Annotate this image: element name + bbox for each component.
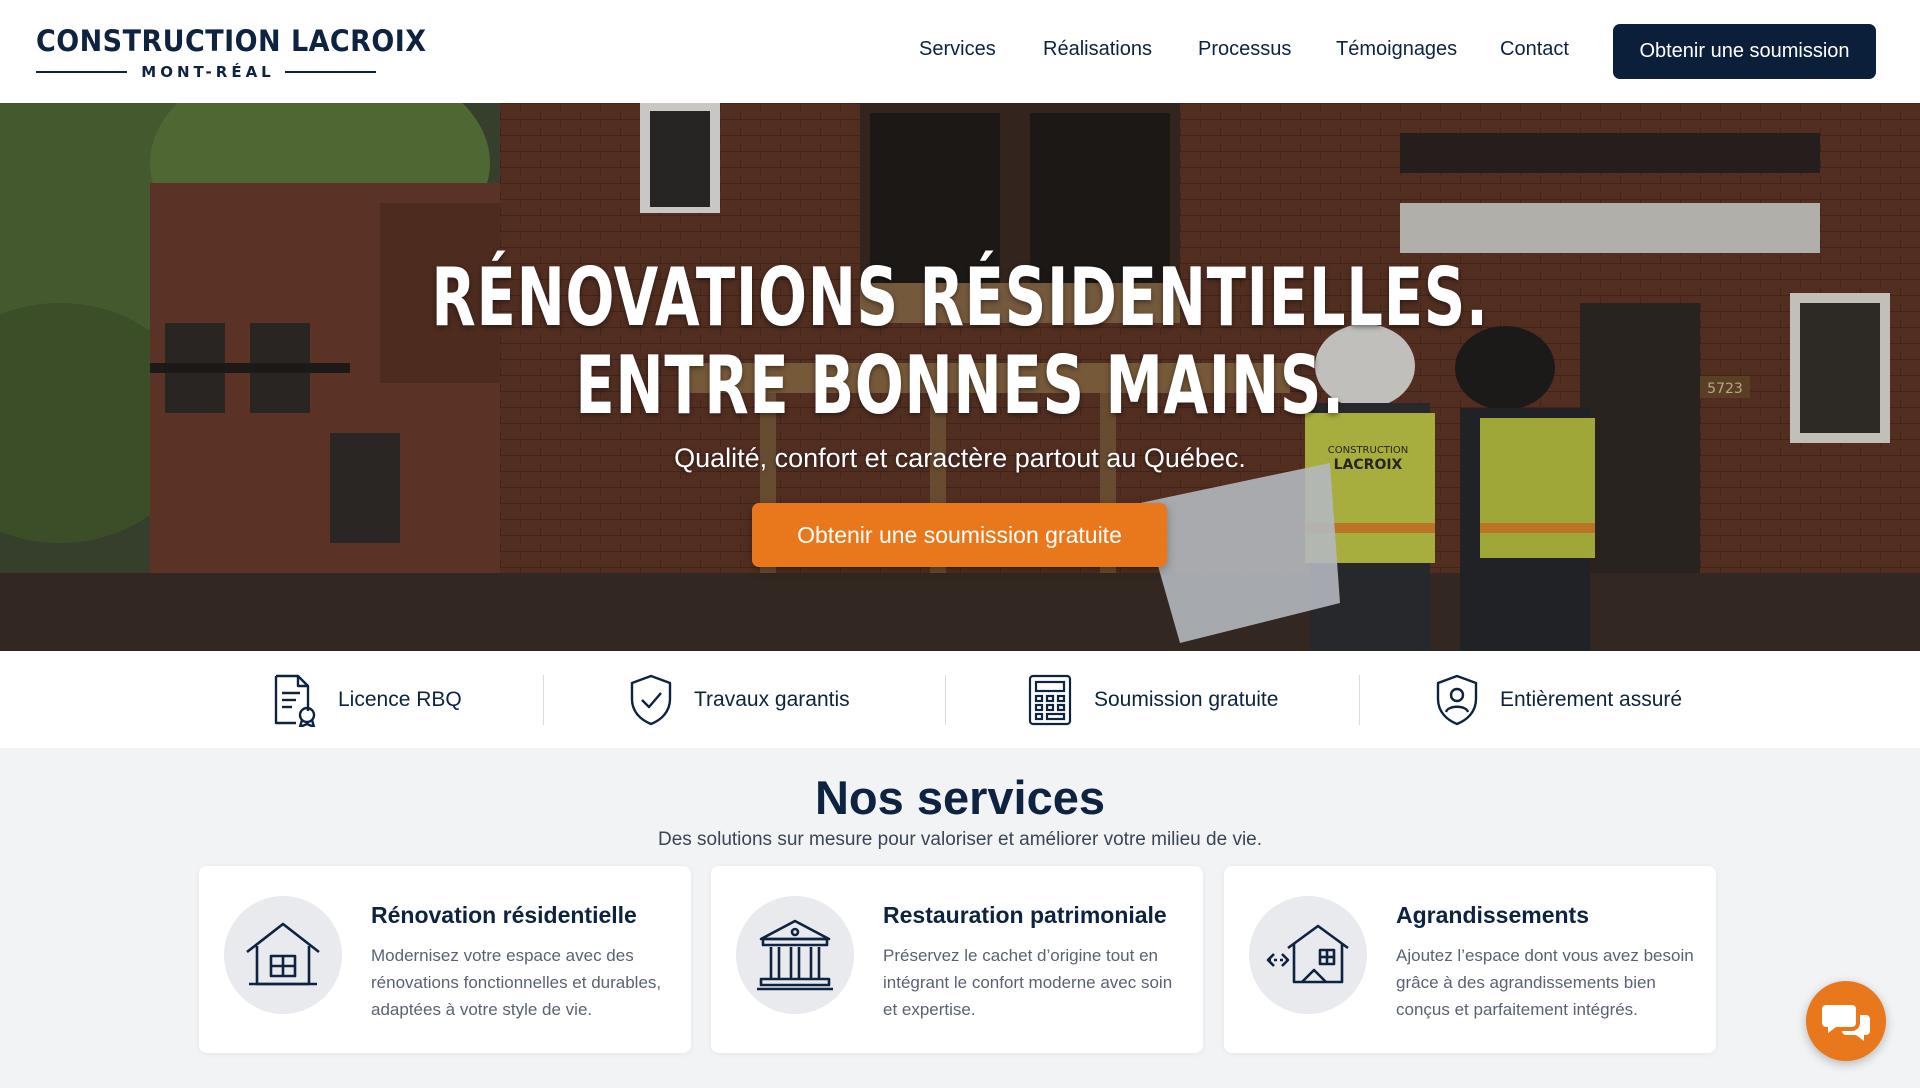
services-title: Nos services (814, 771, 1106, 824)
services-subtitle: Des solutions sur mesure pour valoriser … (657, 829, 1263, 850)
service-icon-circle (224, 896, 342, 1014)
service-icon-circle (1249, 896, 1367, 1014)
hero-subtitle: Qualité, confort et caractère partout au… (674, 443, 1246, 473)
chat-button[interactable] (1806, 981, 1886, 1061)
brand-subtitle-row: MONT-RÉAL (36, 63, 377, 81)
shield-person-icon (1436, 674, 1478, 726)
service-title: Rénovation résidentielle (371, 902, 637, 928)
logo-rule-left (36, 71, 128, 73)
hero-section: CONSTRUCTION LACROIX 5723 RÉNOVATIONS RÉ… (0, 103, 1920, 651)
hero-title-line-2: ENTRE BONNES MAINS. (575, 339, 1345, 432)
chat-bubbles-icon (1822, 1005, 1870, 1041)
trust-label-assure: Entièrement assuré (1500, 688, 1683, 711)
trust-item-garantie: Travaux garantis (626, 673, 850, 727)
service-card-restauration[interactable]: Restauration patrimoniale Préservez le c… (711, 866, 1203, 1053)
trust-label-soumission: Soumission gratuite (1094, 688, 1279, 711)
brand-subtitle: MONT-RÉAL (141, 63, 275, 81)
trust-label-garantie: Travaux garantis (694, 688, 850, 711)
brand-logo[interactable]: CONSTRUCTION LACROIX MONT-RÉAL (36, 24, 427, 81)
trust-label-rbq: Licence RBQ (338, 688, 462, 711)
service-description: Modernisez votre espace avec des rénovat… (371, 946, 662, 1019)
brand-name: CONSTRUCTION LACROIX (36, 24, 427, 58)
hero-quote-button[interactable]: Obtenir une soumission gratuite (752, 503, 1167, 567)
house-extension-icon (1266, 924, 1349, 984)
nav-link-services[interactable]: Services (919, 38, 996, 61)
certificate-icon (274, 674, 316, 727)
hero-title-line-1: RÉNOVATIONS RÉSIDENTIELLES. (431, 251, 1489, 344)
service-icon-circle (736, 896, 854, 1014)
nav-link-temoignages[interactable]: Témoignages (1336, 38, 1457, 61)
site-header: CONSTRUCTION LACROIX MONT-RÉAL Services … (0, 0, 1920, 103)
shield-check-icon (630, 674, 672, 726)
trust-item-soumission: Soumission gratuite (1026, 673, 1278, 727)
trust-divider (1359, 675, 1360, 725)
service-card-renovation[interactable]: Rénovation résidentielle Modernisez votr… (199, 866, 691, 1053)
service-description: Ajoutez l’espace dont vous avez besoin g… (1396, 946, 1694, 1019)
service-title: Agrandissements (1396, 902, 1590, 928)
trust-item-assure: Entièrement assuré (1432, 673, 1682, 727)
trust-divider (543, 675, 544, 725)
heritage-building-icon (757, 919, 833, 991)
trust-bar: Licence RBQ Travaux garantis Soumission … (0, 651, 1920, 748)
trust-divider (945, 675, 946, 725)
service-description: Préservez le cachet d’origine tout en in… (883, 946, 1173, 1019)
service-card-agrandissements[interactable]: Agrandissements Ajoutez l’espace dont vo… (1224, 866, 1716, 1053)
service-title: Restauration patrimoniale (883, 902, 1167, 928)
header-quote-button[interactable]: Obtenir une soumission (1613, 24, 1876, 79)
nav-link-processus[interactable]: Processus (1198, 38, 1291, 61)
nav-link-contact[interactable]: Contact (1500, 38, 1569, 61)
house-icon (246, 922, 320, 986)
nav-link-realisations[interactable]: Réalisations (1043, 38, 1152, 61)
calculator-icon (1028, 674, 1072, 726)
logo-rule-right (284, 71, 377, 73)
trust-item-rbq: Licence RBQ (270, 673, 462, 727)
